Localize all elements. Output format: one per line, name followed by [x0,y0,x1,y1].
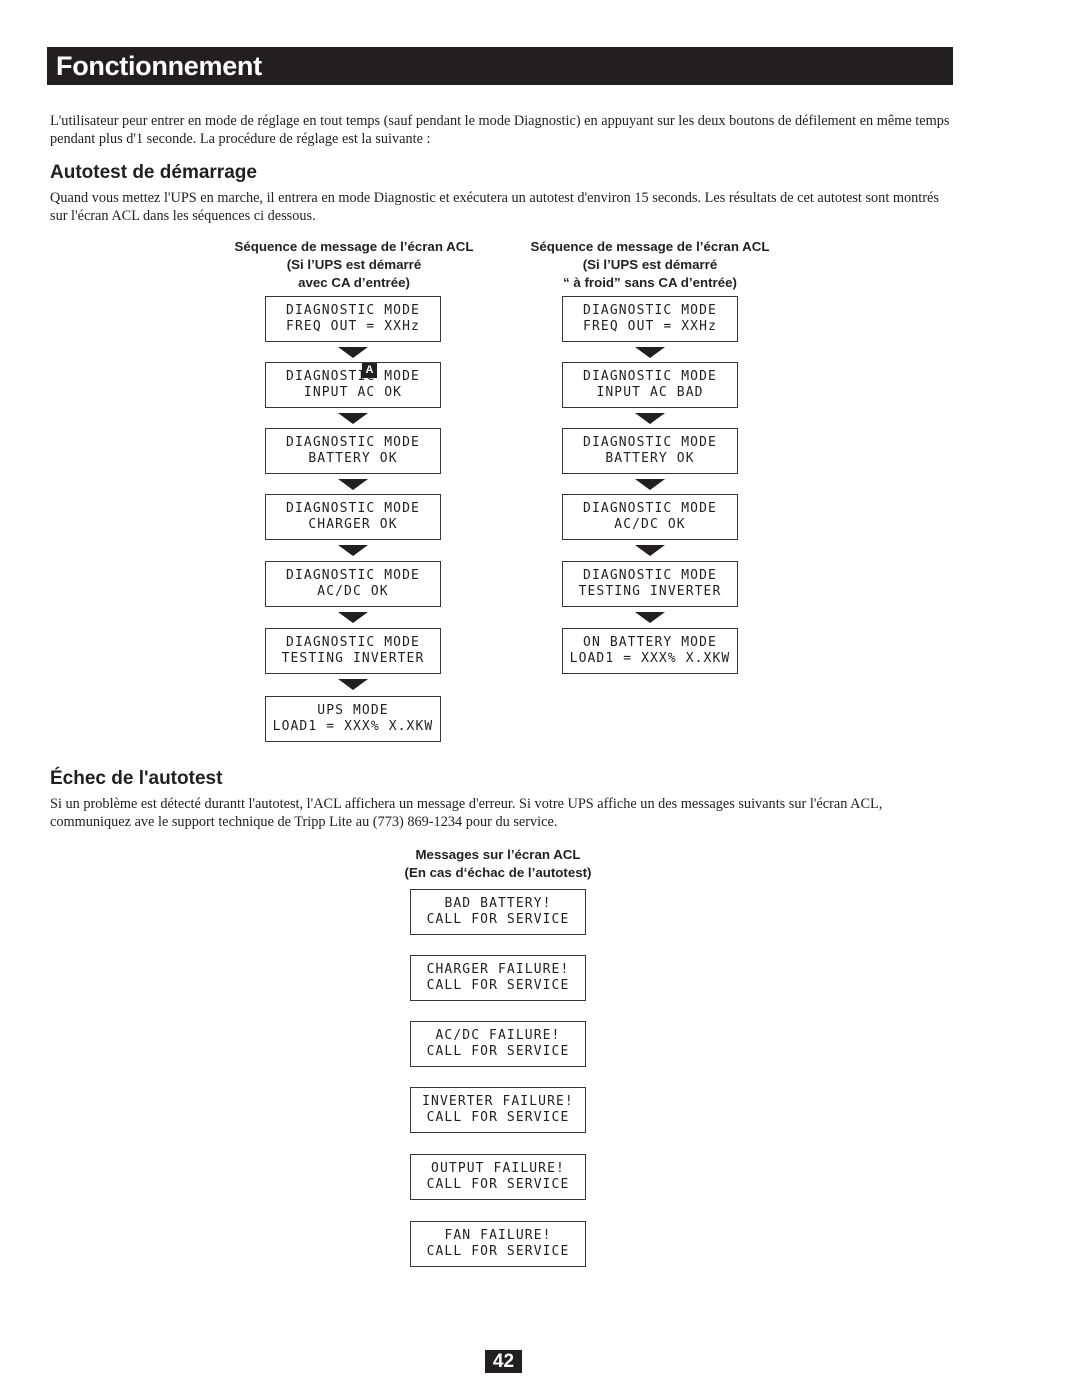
intro-paragraph: L'utilisateur peur entrer en mode de rég… [50,113,950,147]
lcd-screen: DIAGNOSTIC MODE TESTING INVERTER [562,561,738,607]
arrow-down-icon [338,612,368,623]
lcd-line: BATTERY OK [308,451,398,466]
sequence-header-line: “ à froid” sans CA d’entrée) [563,275,737,290]
arrow-down-icon [635,612,665,623]
arrow-down-icon [338,479,368,490]
lcd-screen: DIAGNOSTIC MODE FREQ OUT = XXHz [265,296,441,342]
arrow-down-icon [635,545,665,556]
lcd-screen: DIAGNOSTIC MODE CHARGER OK [265,494,441,540]
lcd-screen: FAN FAILURE! CALL FOR SERVICE [410,1221,586,1267]
arrow-down-icon [635,479,665,490]
lcd-line: BAD BATTERY! [444,896,552,911]
lcd-line: DIAGNOSTIC MODE [583,303,717,318]
lcd-line: INPUT AC BAD [596,385,704,400]
sequence-header-line: (Si l’UPS est démarré [582,257,718,272]
lcd-line: FREQ OUT = XXHz [583,319,717,334]
failure-heading: Échec de l'autotest [50,768,223,789]
arrow-down-icon [635,347,665,358]
lcd-line: INVERTER FAILURE! [422,1094,574,1109]
lcd-line: ON BATTERY MODE [583,635,717,650]
lcd-screen: DIAGNOSTIC MODE FREQ OUT = XXHz [562,296,738,342]
startup-test-description: Quand vous mettez l'UPS en marche, il en… [50,190,939,224]
lcd-line: BATTERY OK [605,451,695,466]
lcd-line: AC/DC FAILURE! [435,1028,561,1043]
arrow-down-icon [338,347,368,358]
lcd-line: AC/DC OK [317,584,389,599]
lcd-line: LOAD1 = XXX% X.XKW [272,719,434,734]
lcd-screen: DIAGNOSTIC MODE BATTERY OK [562,428,738,474]
startup-test-heading: Autotest de démarrage [50,162,257,183]
lcd-line: OUTPUT FAILURE! [431,1161,565,1176]
lcd-line: FAN FAILURE! [444,1228,552,1243]
lcd-line: CALL FOR SERVICE [426,978,570,993]
lcd-line: DIAGNOSTIC MODE [583,501,717,516]
lcd-line: DIAGNOSTIC MODE [583,435,717,450]
lcd-line: CALL FOR SERVICE [426,1244,570,1259]
lcd-line: TESTING INVERTER [281,651,425,666]
section-title-bar: Fonctionnement [47,47,953,85]
arrow-down-icon [635,413,665,424]
page-number: 42 [485,1350,522,1373]
lcd-line: LOAD1 = XXX% X.XKW [569,651,731,666]
failure-header-line: Messages sur l’écran ACL [415,847,581,862]
sequence-header-line: (Si l’UPS est démarré [286,257,422,272]
lcd-screen: DIAGNOSTIC MODE AC/DC OK [562,494,738,540]
sequence-header-line: Séquence de message de l’écran ACL [530,239,770,254]
lcd-line: INPUT AC OK [303,385,403,400]
lcd-screen: DIAGNOSTIC MODE TESTING INVERTER [265,628,441,674]
lcd-line: DIAGNOSTIC MODE [286,635,420,650]
sequence-header-with-ac: Séquence de message de l’écran ACL (Si l… [204,238,504,292]
lcd-line: UPS MODE [317,703,389,718]
lcd-line: DIAGNOSTIC MODE [286,369,420,384]
lcd-line: CALL FOR SERVICE [426,1044,570,1059]
lcd-line: DIAGNOSTIC MODE [286,435,420,450]
lcd-line: CHARGER OK [308,517,398,532]
lcd-line: DIAGNOSTIC MODE [583,568,717,583]
lcd-line: DIAGNOSTIC MODE [286,501,420,516]
page-title: Fonctionnement [56,51,262,81]
failure-description: Si un problème est détecté durantt l'aut… [50,796,883,830]
lcd-screen: OUTPUT FAILURE! CALL FOR SERVICE [410,1154,586,1200]
lcd-screen: ON BATTERY MODE LOAD1 = XXX% X.XKW [562,628,738,674]
arrow-down-icon [338,413,368,424]
sequence-header-cold-start: Séquence de message de l’écran ACL (Si l… [500,238,800,292]
lcd-line: DIAGNOSTIC MODE [583,369,717,384]
lcd-line: DIAGNOSTIC MODE [286,568,420,583]
lcd-screen: INVERTER FAILURE! CALL FOR SERVICE [410,1087,586,1133]
lcd-screen: CHARGER FAILURE! CALL FOR SERVICE [410,955,586,1001]
lcd-line: TESTING INVERTER [578,584,722,599]
lcd-screen: AC/DC FAILURE! CALL FOR SERVICE [410,1021,586,1067]
lcd-line: CALL FOR SERVICE [426,912,570,927]
lcd-line: CALL FOR SERVICE [426,1110,570,1125]
sequence-header-line: Séquence de message de l’écran ACL [234,239,474,254]
lcd-line: CALL FOR SERVICE [426,1177,570,1192]
lcd-screen: DIAGNOSTIC MODE AC/DC OK [265,561,441,607]
sequence-header-line: avec CA d’entrée) [298,275,410,290]
callout-marker-a: A [362,363,377,378]
lcd-screen: BAD BATTERY! CALL FOR SERVICE [410,889,586,935]
lcd-line: AC/DC OK [614,517,686,532]
arrow-down-icon [338,679,368,690]
lcd-screen: DIAGNOSTIC MODE INPUT AC OK [265,362,441,408]
lcd-line: CHARGER FAILURE! [426,962,570,977]
lcd-screen: DIAGNOSTIC MODE BATTERY OK [265,428,441,474]
failure-messages-header: Messages sur l’écran ACL (En cas d‘échac… [348,846,648,882]
lcd-screen: DIAGNOSTIC MODE INPUT AC BAD [562,362,738,408]
lcd-line: FREQ OUT = XXHz [286,319,420,334]
arrow-down-icon [338,545,368,556]
lcd-line: DIAGNOSTIC MODE [286,303,420,318]
failure-header-line: (En cas d‘échac de l’autotest) [404,865,592,880]
lcd-screen: UPS MODE LOAD1 = XXX% X.XKW [265,696,441,742]
